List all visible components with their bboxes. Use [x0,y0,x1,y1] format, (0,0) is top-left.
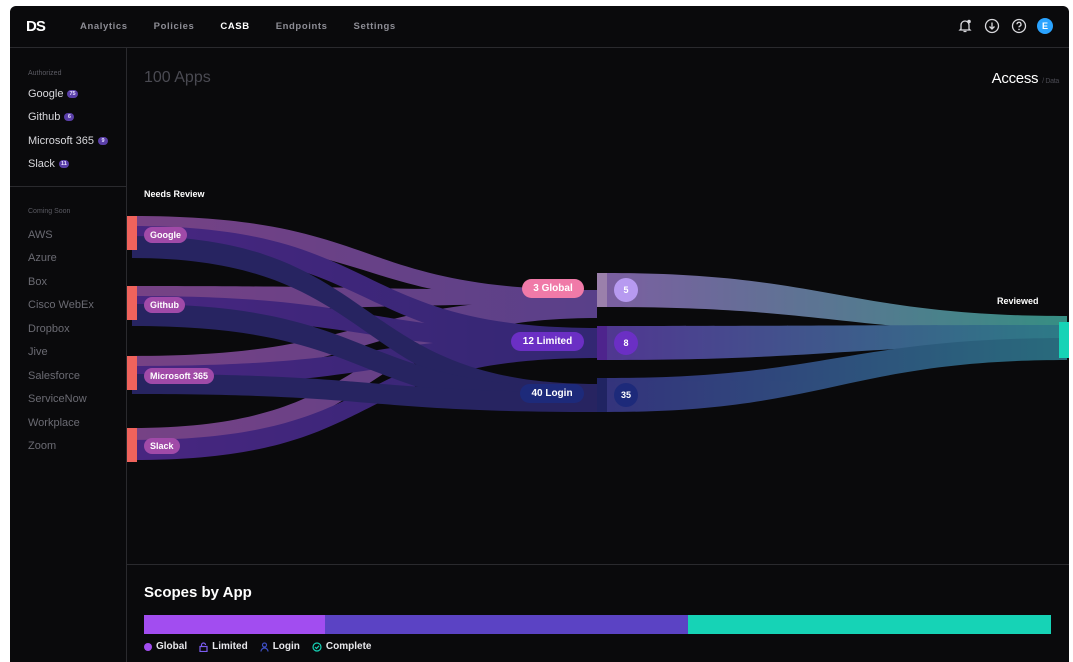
scope-node-login[interactable]: 40 Login [520,384,584,403]
user-icon [260,641,269,652]
nav-analytics[interactable]: Analytics [80,21,128,32]
sidebar-item-label: Google [28,88,64,100]
source-node-microsoft-365[interactable]: Microsoft 365 [144,368,215,384]
count-badge: 11 [58,160,69,168]
nav-casb[interactable]: CASB [220,21,249,32]
sidebar-item-zoom[interactable]: Zoom [28,440,56,452]
legend-login: Login [260,641,300,652]
scopes-bar [144,615,1051,634]
reviewed-count-global: 5 [614,278,638,302]
scope-segment-global[interactable] [144,615,326,634]
top-navigation: DS Analytics Policies CASB Endpoints Set… [10,6,1069,48]
legend-limited: Limited [199,641,248,652]
legend-complete: Complete [312,641,372,652]
user-avatar[interactable]: E [1037,18,1053,34]
sidebar-divider [10,186,126,187]
help-icon[interactable] [1010,17,1028,35]
sidebar-item-jive[interactable]: Jive [28,346,48,358]
app-logo[interactable]: DS [26,18,46,35]
sidebar-item-cisco-webex[interactable]: Cisco WebEx [28,299,94,311]
sidebar: Authorized Google 75 Github 6 Microsoft … [10,48,127,662]
circle-dot-icon [144,642,152,651]
legend-label: Complete [325,641,372,652]
nav-policies[interactable]: Policies [154,21,195,32]
top-icons: E [956,17,1053,35]
sidebar-item-workplace[interactable]: Workplace [28,417,80,429]
nav-settings[interactable]: Settings [354,21,396,32]
scopes-panel: Scopes by App Global Limited Login Compl… [127,564,1069,662]
main-panel: 100 Apps Access / Data Needs Review Revi… [127,48,1069,564]
sidebar-item-slack[interactable]: Slack 11 [28,158,69,170]
sidebar-item-github[interactable]: Github 6 [28,111,75,123]
legend-global: Global [144,641,187,652]
count-badge: 9 [98,137,109,145]
sidebar-item-google[interactable]: Google 75 [28,88,78,100]
sidebar-item-microsoft-365[interactable]: Microsoft 365 9 [28,135,109,147]
main-nav: Analytics Policies CASB Endpoints Settin… [80,21,422,32]
sidebar-item-label: Slack [28,158,55,170]
source-node-github[interactable]: Github [144,297,185,313]
lock-icon [199,641,208,652]
app-window: DS Analytics Policies CASB Endpoints Set… [10,6,1069,662]
legend-label: Limited [212,641,248,652]
reviewed-count-limited: 8 [614,331,638,355]
scope-segment-limited[interactable] [325,615,689,634]
scope-node-global[interactable]: 3 Global [522,279,584,298]
count-badge: 75 [67,90,78,98]
sankey-diagram [127,216,1069,462]
scope-node-limited[interactable]: 12 Limited [511,332,584,351]
sidebar-item-label: Github [28,111,61,123]
nav-endpoints[interactable]: Endpoints [276,21,328,32]
reviewed-count-login: 35 [614,383,638,407]
sidebar-item-aws[interactable]: AWS [28,229,53,241]
source-node-slack[interactable]: Slack [144,438,180,454]
scopes-title: Scopes by App [144,584,252,601]
sidebar-item-dropbox[interactable]: Dropbox [28,323,70,335]
sidebar-item-label: Microsoft 365 [28,135,95,147]
count-badge: 6 [64,113,75,121]
bell-icon[interactable] [956,17,974,35]
source-node-google[interactable]: Google [144,227,187,243]
authorized-heading: Authorized [28,70,62,77]
sidebar-item-salesforce[interactable]: Salesforce [28,370,80,382]
coming-soon-heading: Coming Soon [28,208,71,215]
check-circle-icon [312,641,322,652]
download-icon[interactable] [983,17,1001,35]
scopes-legend: Global Limited Login Complete [144,641,371,652]
sidebar-item-servicenow[interactable]: ServiceNow [28,393,87,405]
scope-segment-complete[interactable] [688,615,1051,634]
legend-label: Login [272,641,300,652]
sidebar-item-box[interactable]: Box [28,276,47,288]
legend-label: Global [156,641,188,652]
sidebar-item-azure[interactable]: Azure [28,252,57,264]
